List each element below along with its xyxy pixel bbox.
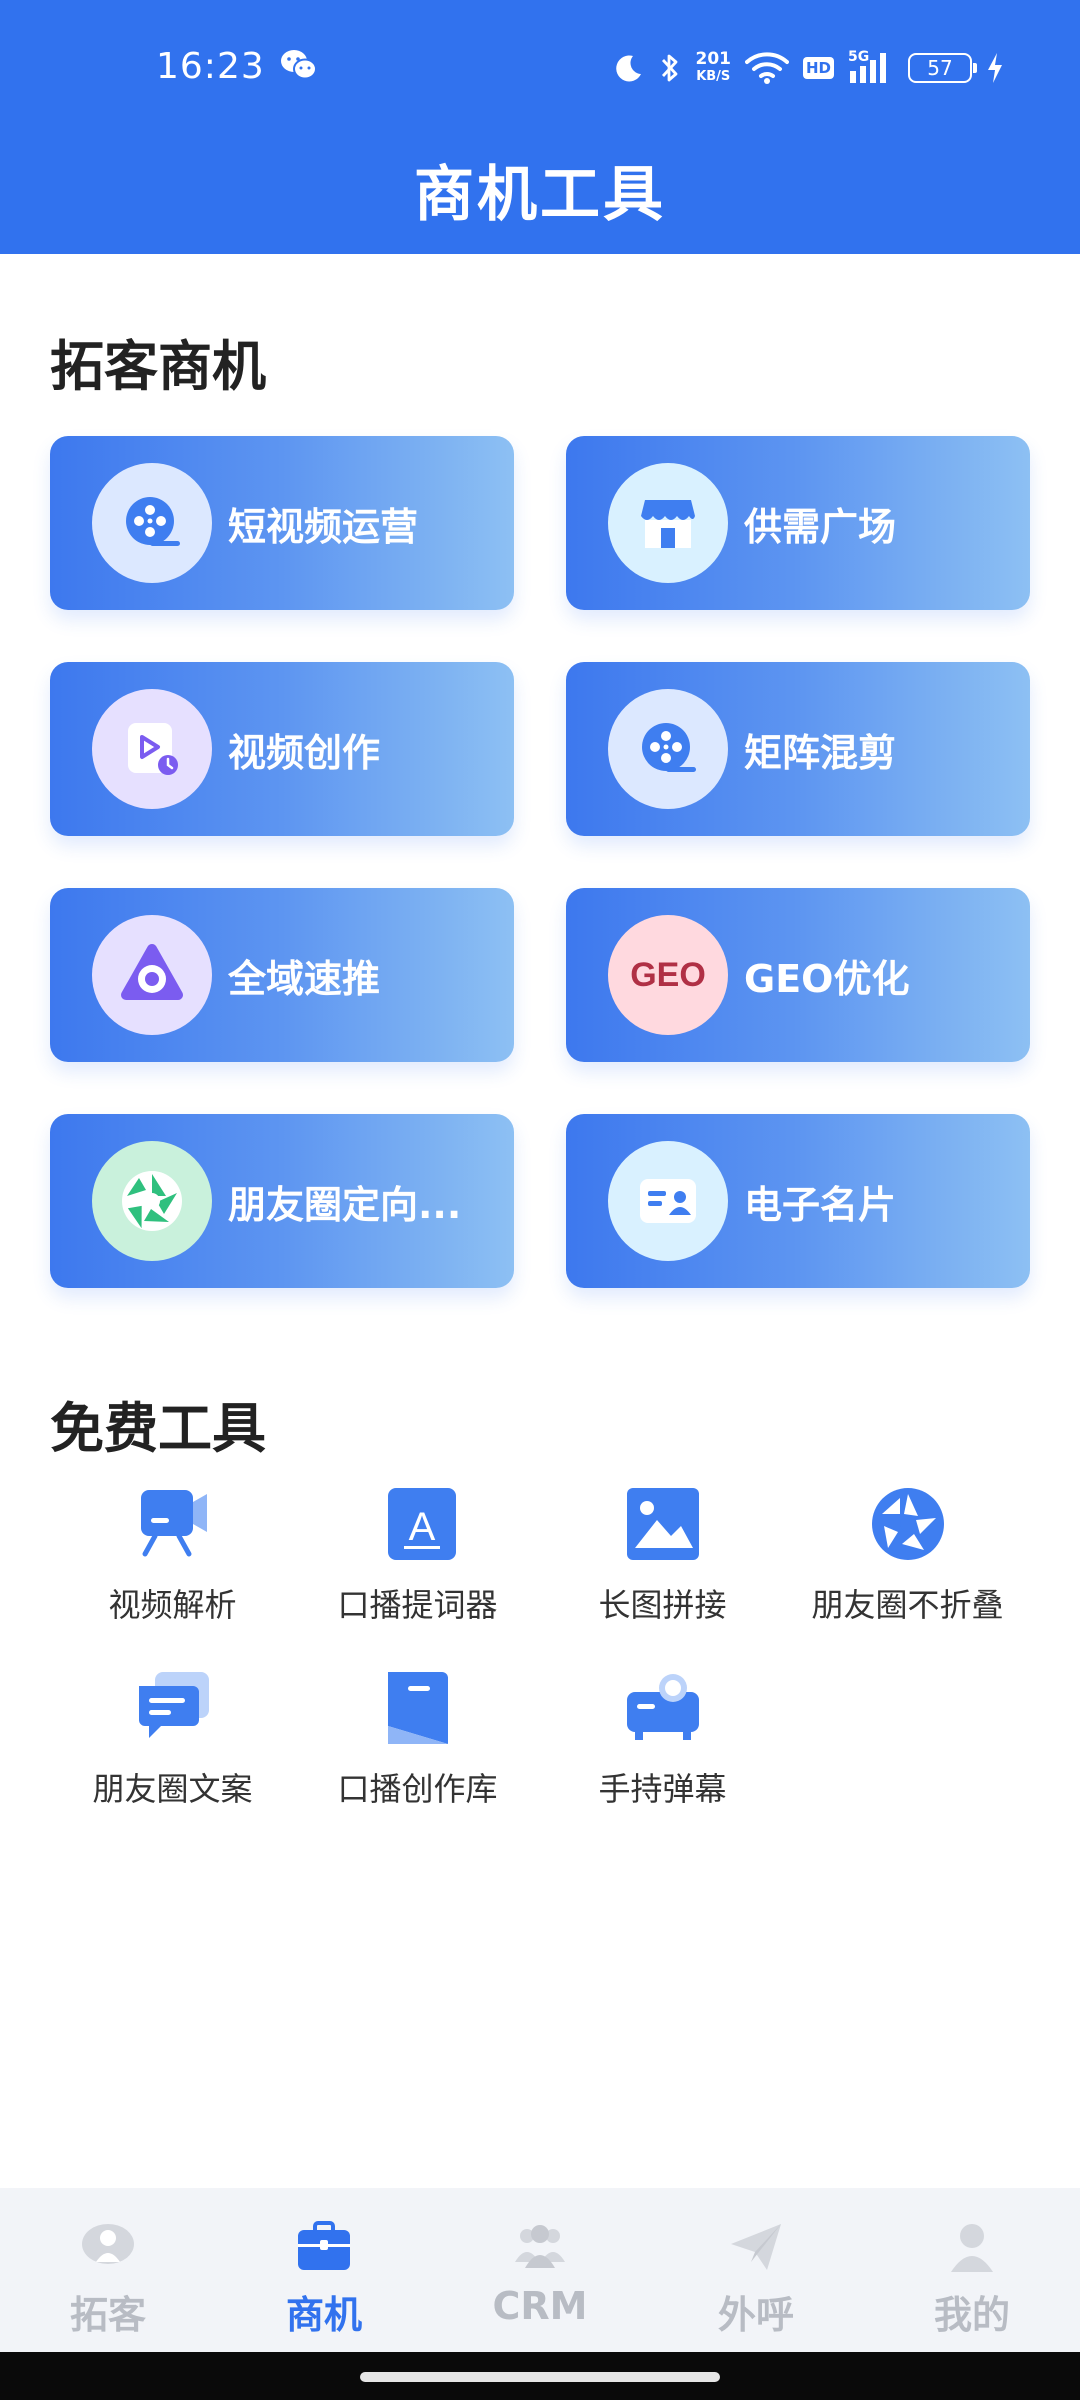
card-omni-promotion[interactable]: 全域速推 bbox=[50, 888, 514, 1062]
net-speed-unit: KB/S bbox=[696, 69, 731, 84]
teleprompter-icon-text: A bbox=[408, 1505, 435, 1549]
video-play-icon bbox=[92, 689, 212, 809]
geo-icon-text: GEO bbox=[630, 955, 706, 994]
id-card-icon bbox=[608, 1141, 728, 1261]
tool-handheld-danmaku[interactable]: 手持弹幕 bbox=[540, 1668, 785, 1810]
projector-icon bbox=[623, 1668, 703, 1748]
status-time: 16:23 bbox=[156, 46, 265, 87]
chat-bubble-icon bbox=[133, 1668, 213, 1748]
film-reel-icon bbox=[92, 463, 212, 583]
section-title-prospecting: 拓客商机 bbox=[50, 335, 266, 398]
nav-item-crm[interactable]: CRM bbox=[432, 2218, 648, 2328]
net-speed-value: 201 bbox=[695, 49, 731, 69]
nav-label: 外呼 bbox=[717, 2293, 794, 2337]
card-label: 电子名片 bbox=[744, 1182, 897, 1227]
briefcase-icon bbox=[295, 2218, 353, 2276]
nav-item-business[interactable]: 商机 bbox=[216, 2218, 432, 2339]
card-label: 全域速推 bbox=[228, 956, 381, 1001]
card-label: 视频创作 bbox=[228, 730, 381, 775]
tool-teleprompter[interactable]: A 口播提词器 bbox=[295, 1484, 540, 1626]
card-e-business-card[interactable]: 电子名片 bbox=[566, 1114, 1030, 1288]
teleprompter-icon: A bbox=[378, 1484, 458, 1564]
charging-icon bbox=[988, 53, 1002, 83]
customer-icon bbox=[79, 2218, 137, 2276]
geo-text-icon: GEO bbox=[608, 915, 728, 1035]
wifi-icon bbox=[744, 52, 789, 84]
app-header: 16:23 201 KB/S HD 5G 57 商机工具 bbox=[0, 0, 1080, 254]
tool-moments-no-fold[interactable]: 朋友圈不折叠 bbox=[785, 1484, 1030, 1626]
tool-label: 口播提词器 bbox=[337, 1586, 498, 1624]
opportunity-card-grid: 短视频运营 供需广场 视频创作 矩阵混剪 全域速推 GEO GEO优化 朋友圈定… bbox=[50, 436, 1030, 1288]
section-title-free-tools: 免费工具 bbox=[50, 1397, 266, 1460]
tool-label: 朋友圈文案 bbox=[92, 1770, 253, 1808]
card-video-creation[interactable]: 视频创作 bbox=[50, 662, 514, 836]
nav-item-outbound-call[interactable]: 外呼 bbox=[648, 2218, 864, 2339]
card-label: 矩阵混剪 bbox=[744, 730, 897, 775]
nav-label: CRM bbox=[492, 2284, 588, 2328]
tool-label: 视频解析 bbox=[108, 1586, 237, 1624]
free-tools-grid: 视频解析 A 口播提词器 长图拼接 朋友圈不折叠 朋友圈文案 口播创作库 手持弹… bbox=[50, 1484, 1030, 1810]
card-moments-targeting[interactable]: 朋友圈定向... bbox=[50, 1114, 514, 1288]
target-icon bbox=[92, 915, 212, 1035]
card-short-video-ops[interactable]: 短视频运营 bbox=[50, 436, 514, 610]
video-camera-icon bbox=[133, 1484, 213, 1564]
tool-label: 长图拼接 bbox=[598, 1586, 727, 1624]
wechat-icon bbox=[281, 50, 317, 80]
tool-video-parse[interactable]: 视频解析 bbox=[50, 1484, 295, 1626]
status-bar: 16:23 201 KB/S HD 5G 57 bbox=[0, 40, 1080, 96]
card-matrix-remix[interactable]: 矩阵混剪 bbox=[566, 662, 1030, 836]
card-supply-demand-square[interactable]: 供需广场 bbox=[566, 436, 1030, 610]
film-reel-icon bbox=[608, 689, 728, 809]
net-speed: 201 KB/S bbox=[695, 51, 731, 85]
storefront-icon bbox=[608, 463, 728, 583]
paper-plane-icon bbox=[727, 2218, 785, 2276]
page-title: 商机工具 bbox=[414, 160, 666, 230]
person-icon bbox=[943, 2218, 1001, 2276]
battery-indicator: 57 bbox=[908, 53, 977, 83]
battery-level: 57 bbox=[927, 56, 953, 80]
nav-item-mine[interactable]: 我的 bbox=[864, 2218, 1080, 2339]
nav-label: 商机 bbox=[285, 2293, 362, 2337]
aperture-icon bbox=[868, 1484, 948, 1564]
tool-script-library[interactable]: 口播创作库 bbox=[295, 1668, 540, 1810]
card-label: GEO优化 bbox=[744, 956, 910, 1001]
tool-moments-copywriting[interactable]: 朋友圈文案 bbox=[50, 1668, 295, 1810]
team-icon bbox=[511, 2218, 569, 2276]
hd-badge: HD bbox=[802, 57, 834, 79]
tool-label: 朋友圈不折叠 bbox=[811, 1586, 1004, 1624]
system-navigation-bar bbox=[0, 2352, 1080, 2400]
signal-icon bbox=[850, 53, 886, 83]
image-icon bbox=[623, 1484, 703, 1564]
card-label: 朋友圈定向... bbox=[228, 1182, 462, 1227]
home-indicator[interactable] bbox=[360, 2372, 720, 2382]
bottom-nav: 拓客 商机 CRM 外呼 我的 bbox=[0, 2188, 1080, 2352]
tool-label: 手持弹幕 bbox=[598, 1770, 727, 1808]
nav-label: 拓客 bbox=[69, 2293, 146, 2337]
nav-label: 我的 bbox=[933, 2293, 1010, 2337]
tool-label: 口播创作库 bbox=[337, 1770, 498, 1808]
card-geo-optimization[interactable]: GEO GEO优化 bbox=[566, 888, 1030, 1062]
bluetooth-icon bbox=[662, 54, 678, 82]
signal-indicator: 5G bbox=[848, 49, 894, 85]
aperture-icon bbox=[92, 1141, 212, 1261]
card-label: 短视频运营 bbox=[228, 504, 419, 549]
tool-long-image-stitch[interactable]: 长图拼接 bbox=[540, 1484, 785, 1626]
moon-icon bbox=[616, 55, 642, 82]
nav-item-prospecting[interactable]: 拓客 bbox=[0, 2218, 216, 2339]
card-label: 供需广场 bbox=[744, 504, 897, 549]
bookmark-icon bbox=[378, 1668, 458, 1748]
